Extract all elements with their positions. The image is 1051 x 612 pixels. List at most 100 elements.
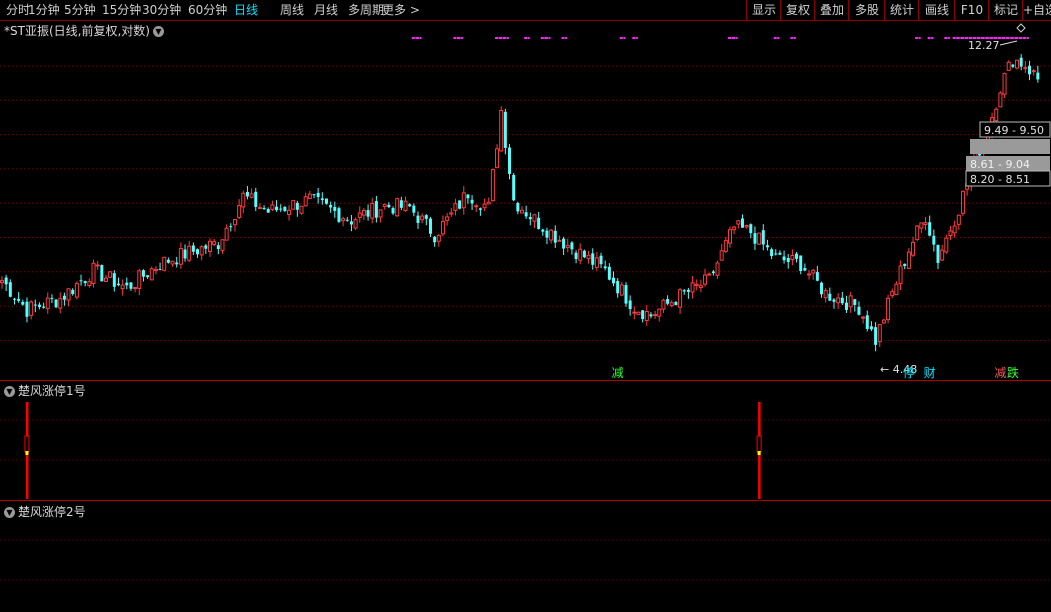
candle-body	[508, 147, 512, 174]
candle-body	[562, 238, 566, 249]
candle-body	[482, 203, 487, 209]
candle-body	[461, 192, 466, 209]
candle-body	[478, 208, 482, 210]
candle-body	[316, 192, 320, 197]
period-tab-5[interactable]: 60分钟	[188, 2, 227, 18]
candle-body	[565, 244, 570, 249]
period-tab-7[interactable]: 周线	[280, 2, 304, 18]
candle-body	[828, 293, 832, 301]
tool-button-3[interactable]: 多股	[848, 0, 885, 20]
candle-body	[8, 282, 12, 297]
indicator-2-title[interactable]: ▼ 楚风涨停2号	[4, 503, 86, 520]
candle-body	[241, 192, 246, 208]
candle-body	[503, 111, 507, 148]
candle-body	[894, 283, 899, 296]
candle-body	[612, 277, 616, 284]
candle-body	[333, 206, 337, 211]
top-marker	[773, 37, 777, 39]
candle-body	[295, 202, 299, 210]
top-marker	[1014, 37, 1017, 39]
period-tab-4[interactable]: 30分钟	[142, 2, 181, 18]
candle-body	[981, 140, 986, 154]
candle-body	[1023, 67, 1028, 70]
candle-body	[486, 201, 491, 205]
kline-chart[interactable]: 12.27 ← 4.48 9.49 - 9.50 8.61 - 9.04 8.20 - …	[0, 0, 1051, 612]
top-marker	[981, 37, 985, 39]
tool-button-0[interactable]: 显示	[746, 0, 781, 20]
tool-button-2[interactable]: 叠加	[814, 0, 849, 20]
candle-body	[395, 198, 400, 217]
candle-body	[191, 245, 195, 252]
candle-body	[715, 262, 720, 276]
tool-button-6[interactable]: F10	[954, 0, 989, 20]
chevron-down-icon[interactable]: ▼	[4, 386, 15, 397]
candle-body	[915, 225, 920, 240]
candle-body	[778, 252, 782, 255]
main-chart-title[interactable]: *ST亚振(日线,前复权,对数) ▼	[4, 22, 164, 39]
period-tab-10[interactable]: 更多 >	[382, 2, 420, 18]
tool-button-5[interactable]: 画线	[918, 0, 955, 20]
top-marker	[968, 37, 971, 39]
tool-button-4[interactable]: 统计	[884, 0, 919, 20]
candle-body	[183, 249, 187, 259]
signal-mid	[25, 451, 29, 455]
indicator-1-title[interactable]: ▼ 楚风涨停1号	[4, 382, 86, 399]
period-tab-3[interactable]: 15分钟	[102, 2, 141, 18]
period-tab-8[interactable]: 月线	[314, 2, 338, 18]
top-marker	[732, 37, 736, 39]
top-marker	[960, 37, 964, 39]
candle-body	[820, 282, 824, 295]
top-marker	[793, 37, 796, 39]
candle-body	[170, 260, 175, 265]
candle-body	[45, 297, 50, 310]
candle-body	[87, 281, 92, 286]
candle-body	[440, 220, 445, 235]
candle-body	[1019, 57, 1023, 67]
tool-button-7[interactable]: 标记	[988, 0, 1023, 20]
period-tab-2[interactable]: 5分钟	[64, 2, 96, 18]
candle-body	[666, 299, 670, 304]
tool-button-8[interactable]: +自选	[1022, 0, 1051, 20]
candle-body	[100, 265, 104, 282]
candle-body	[254, 191, 258, 207]
top-marker	[777, 37, 780, 39]
top-marker	[632, 37, 636, 39]
top-marker	[1006, 37, 1010, 39]
candle-body	[923, 222, 928, 226]
candle-body	[62, 295, 66, 300]
indicator-2-name: 楚风涨停2号	[18, 505, 86, 519]
signal-bar	[758, 402, 761, 499]
top-marker	[918, 37, 921, 39]
candle-body	[1028, 65, 1032, 75]
price-box	[970, 139, 1050, 154]
candle-body	[686, 289, 690, 292]
candle-body	[1011, 64, 1015, 67]
candle-body	[753, 233, 757, 244]
candle-body	[74, 283, 79, 298]
candle-body	[973, 150, 978, 171]
period-tab-1[interactable]: 1分钟	[28, 2, 60, 18]
top-marker	[457, 37, 461, 39]
top-marker	[944, 37, 948, 39]
candle-body	[574, 252, 578, 260]
chevron-down-icon[interactable]: ▼	[152, 26, 164, 37]
candle-body	[532, 214, 537, 222]
signal-mid	[757, 451, 761, 455]
period-tab-9[interactable]: 多周期	[348, 2, 384, 18]
top-marker	[456, 37, 459, 39]
tool-button-1[interactable]: 复权	[780, 0, 815, 20]
candle-body	[216, 245, 220, 250]
candlesticks	[0, 54, 1040, 352]
candle-body	[424, 215, 428, 219]
candle-body	[320, 198, 324, 200]
candle-body	[898, 265, 903, 285]
top-marker	[972, 37, 975, 39]
period-tab-6[interactable]: 日线	[234, 2, 258, 18]
top-marker	[735, 37, 738, 39]
chevron-down-icon[interactable]: ▼	[4, 507, 15, 518]
candle-body	[537, 217, 541, 229]
top-marker	[1022, 37, 1025, 39]
candle-body	[549, 229, 554, 241]
candle-body	[249, 193, 254, 198]
period-tab-0[interactable]: 分时	[6, 2, 30, 18]
